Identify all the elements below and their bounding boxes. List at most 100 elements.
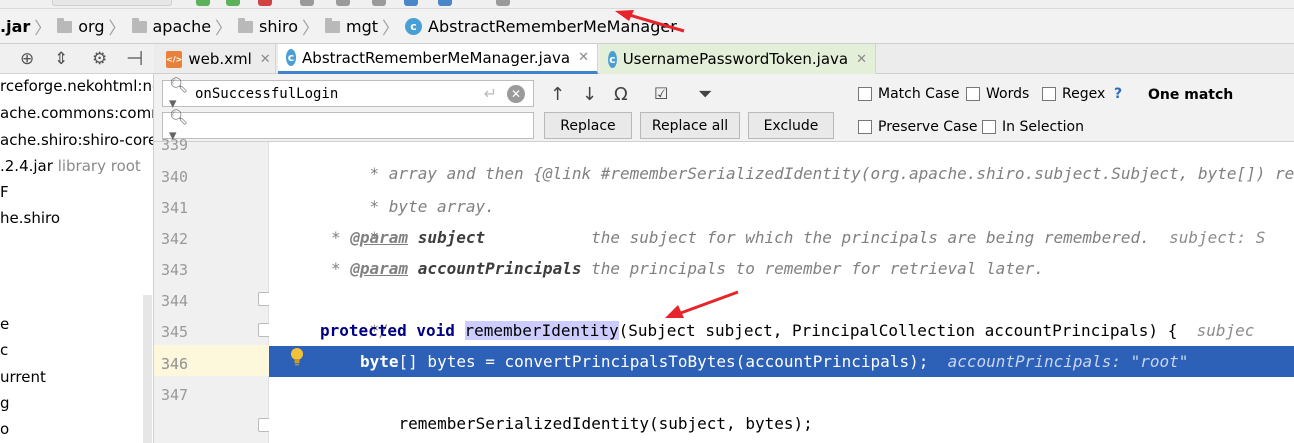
class-icon: c: [405, 17, 422, 35]
select-all-occurrences-icon[interactable]: Ω: [614, 84, 628, 105]
code-line-348: }: [269, 408, 1294, 439]
option-label: Match Case: [878, 86, 960, 102]
comment-text: the principals to remember for retrieval…: [581, 259, 1044, 278]
project-structure-icon[interactable]: [404, 0, 418, 6]
class-icon: c: [608, 50, 617, 68]
hide-panel-icon[interactable]: ⊣: [126, 46, 143, 70]
close-icon[interactable]: ✕: [856, 52, 867, 67]
breadcrumb-item-apache[interactable]: apache 〉: [131, 9, 239, 43]
locate-target-icon[interactable]: ⊕: [20, 49, 34, 69]
tree-item[interactable]: F: [0, 180, 9, 204]
tree-item[interactable]: g: [0, 391, 10, 415]
previous-occurrence-icon[interactable]: ↑: [550, 84, 565, 105]
code-line-341: *: [269, 191, 1294, 247]
tree-item-label: .2.4.jar: [0, 157, 53, 175]
search-everywhere-icon[interactable]: [496, 0, 510, 6]
breadcrumb-item-mgt[interactable]: mgt 〉: [324, 9, 405, 43]
debug-icon[interactable]: [226, 0, 240, 6]
line-number: 341: [161, 199, 189, 217]
code-line-342: * @param subject the subject for which t…: [269, 222, 1294, 253]
tree-item[interactable]: urrent: [0, 365, 46, 389]
sdk-icon[interactable]: [438, 0, 452, 6]
match-case-checkbox[interactable]: Match Case: [858, 86, 959, 102]
xml-file-icon: </>: [166, 50, 183, 68]
replace-all-button[interactable]: Replace all: [640, 112, 740, 139]
code-line-346-execution-point: byte[] bytes = convertPrincipalsToBytes(…: [269, 346, 1294, 377]
code-editor[interactable]: * array and then {@link #rememberSeriali…: [269, 142, 1294, 443]
code-line-339: * array and then {@link #rememberSeriali…: [269, 142, 1294, 183]
param-name: subject: [417, 228, 486, 247]
class-icon: c: [286, 49, 297, 66]
collapse-all-icon[interactable]: ⇕: [54, 49, 68, 69]
tree-item[interactable]: he.shiro: [0, 206, 60, 230]
run-config-selector[interactable]: [52, 0, 172, 6]
tree-item[interactable]: c: [0, 338, 8, 362]
line-number: 343: [161, 261, 189, 279]
annotation-arrow-icon: [615, 10, 685, 33]
breadcrumb-item-shiro[interactable]: shiro 〉: [238, 9, 325, 43]
search-icon[interactable]: 🔍︎▾: [169, 76, 195, 112]
inline-debug-hint: accountPrincipals: "root": [928, 352, 1189, 371]
code-text: [] bytes = convertPrincipalsToBytes(acco…: [398, 352, 929, 371]
tree-item[interactable]: e: [0, 312, 9, 336]
folder-icon: [238, 18, 254, 33]
folder-icon: [324, 18, 340, 33]
close-icon[interactable]: ✕: [578, 50, 589, 65]
breadcrumb-item-org[interactable]: org 〉: [57, 9, 131, 43]
replace-input[interactable]: 🔍︎▾: [162, 108, 534, 144]
regex-help-icon[interactable]: ?: [1114, 86, 1122, 102]
exclude-button[interactable]: Exclude: [748, 112, 834, 139]
add-selection-icon[interactable]: ☑: [654, 84, 668, 103]
breadcrumb-label: shiro: [259, 16, 298, 36]
next-occurrence-icon[interactable]: ↓: [582, 84, 597, 105]
chevron-right-icon: 〉: [382, 18, 399, 39]
tree-item[interactable]: o: [0, 417, 9, 441]
breadcrumb-item-jar[interactable]: .jar 〉: [0, 9, 57, 43]
tree-item-label: o: [0, 420, 10, 438]
gear-icon[interactable]: ⚙: [92, 49, 107, 69]
preserve-case-checkbox[interactable]: Preserve Case: [858, 119, 978, 135]
code-line-343: * @param accountPrincipals the principal…: [269, 253, 1294, 284]
stop-icon[interactable]: [258, 0, 272, 6]
close-icon[interactable]: ✕: [260, 52, 271, 67]
match-count: One match: [1148, 87, 1234, 103]
line-number: 346: [161, 355, 189, 373]
tab-abstract-remember-me-manager[interactable]: c AbstractRememberMeManager.java ✕: [278, 44, 598, 74]
words-checkbox[interactable]: Words: [966, 86, 1029, 102]
structure-icon[interactable]: [372, 0, 386, 6]
build-icon[interactable]: [300, 0, 314, 6]
regex-checkbox[interactable]: Regex: [1042, 86, 1105, 102]
clear-icon[interactable]: ✕: [507, 84, 525, 103]
filter-icon[interactable]: ⏷: [698, 84, 712, 105]
lightbulb-icon[interactable]: [290, 347, 304, 367]
breadcrumb-label: apache: [152, 16, 212, 36]
tree-item[interactable]: ache.commons:commo: [0, 101, 153, 125]
tree-item[interactable]: ache.shiro:shiro-core:1: [0, 128, 153, 152]
tree-item[interactable]: .2.4.jar library root: [0, 154, 141, 178]
comment-text: the subject for which the principals are…: [485, 228, 1150, 247]
checkbox-box: [858, 120, 872, 134]
tree-item[interactable]: rceforge.nekohtml:ne: [0, 74, 153, 98]
editor-gutter: 339 340 341 342 343 344 345 346 347: [154, 136, 272, 443]
run-icon[interactable]: [196, 0, 210, 6]
code-line-345: protected void rememberIdentity(Subject …: [269, 315, 1294, 346]
method-name-highlight: rememberIdentity: [464, 321, 619, 340]
breadcrumb-label: org: [78, 16, 105, 36]
new-line-icon[interactable]: ↵: [484, 84, 497, 103]
code-line-340: * byte array.: [269, 160, 1294, 216]
tab-username-password-token[interactable]: c UsernamePasswordToken.java ✕: [600, 44, 876, 74]
inline-debug-hint: subjec: [1177, 321, 1255, 340]
keyword: protected void: [320, 321, 455, 340]
project-scrollbar[interactable]: [143, 295, 152, 443]
settings-icon[interactable]: [336, 0, 350, 6]
tab-label: web.xml: [188, 50, 252, 68]
in-selection-checkbox[interactable]: In Selection: [982, 119, 1084, 135]
tab-web-xml[interactable]: </> web.xml ✕: [158, 44, 276, 74]
line-number: 344: [161, 292, 189, 310]
comment-text: *: [331, 259, 351, 278]
tab-label: UsernamePasswordToken.java: [622, 50, 849, 68]
replace-button[interactable]: Replace: [544, 112, 632, 139]
search-input[interactable]: 🔍︎▾ onSuccessfulLogin ↵ ✕: [162, 76, 534, 112]
tree-item-label: ache.shiro:shiro-core:1: [0, 131, 153, 149]
